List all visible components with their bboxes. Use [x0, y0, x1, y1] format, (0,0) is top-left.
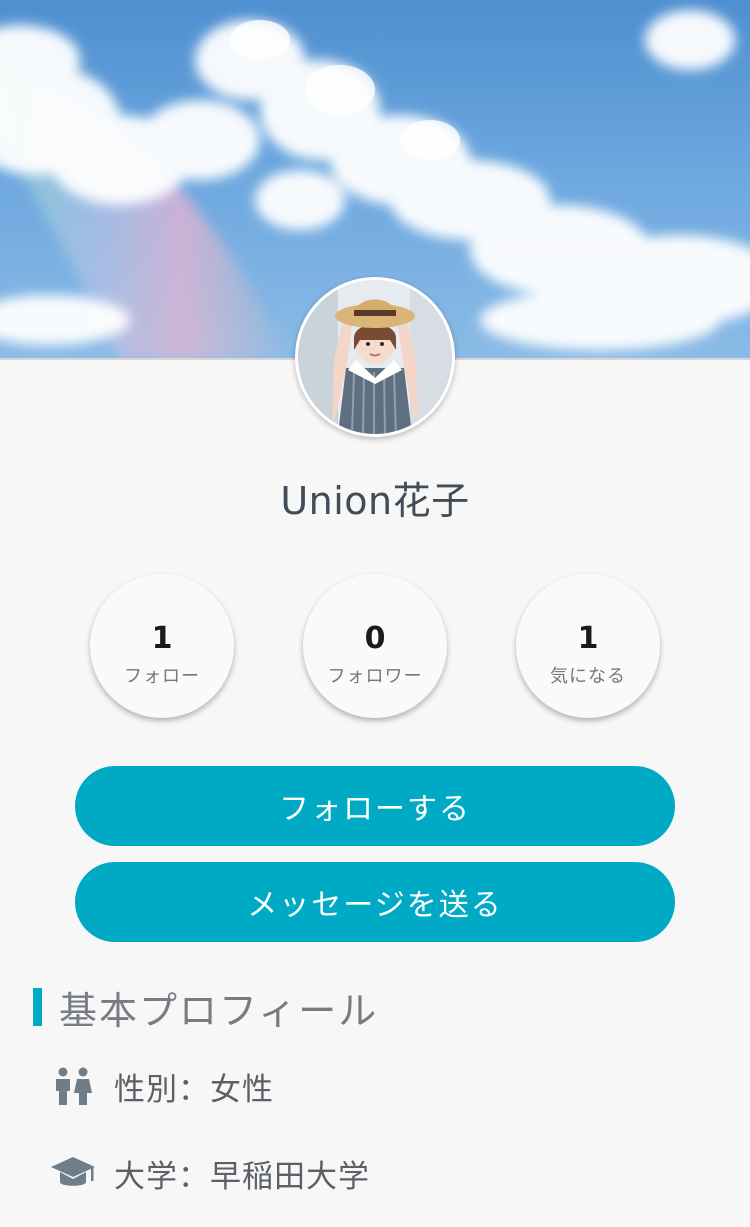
- profile-avatar: [295, 277, 455, 437]
- follow-button[interactable]: フォローする: [75, 766, 675, 846]
- stat-interested[interactable]: 1 気になる: [516, 574, 660, 718]
- section-accent-bar: [33, 988, 42, 1026]
- restroom-icon: [50, 1066, 96, 1106]
- stat-followers[interactable]: 0 フォロワー: [303, 574, 447, 718]
- stat-interested-count: 1: [577, 621, 599, 656]
- profile-username: Union花子: [280, 479, 470, 523]
- stat-following-label: フォロー: [124, 666, 200, 687]
- stat-following[interactable]: 1 フォロー: [90, 574, 234, 718]
- stat-followers-label: フォロワー: [327, 666, 423, 687]
- gender-text: 性別：女性: [114, 1071, 274, 1108]
- basic-profile-heading: 基本プロフィール: [33, 985, 378, 1033]
- university-text: 大学：早稲田大学: [114, 1158, 370, 1195]
- university-row: 大学：早稲田大学: [50, 1148, 370, 1198]
- stat-followers-count: 0: [364, 621, 386, 656]
- gender-row: 性別：女性: [50, 1061, 274, 1111]
- basic-profile-title: 基本プロフィール: [59, 988, 379, 1033]
- graduation-cap-icon: [50, 1153, 96, 1193]
- stat-interested-label: 気になる: [550, 666, 626, 687]
- stat-following-count: 1: [151, 621, 173, 656]
- avatar-photo: [298, 280, 452, 434]
- send-message-button[interactable]: メッセージを送る: [75, 862, 675, 942]
